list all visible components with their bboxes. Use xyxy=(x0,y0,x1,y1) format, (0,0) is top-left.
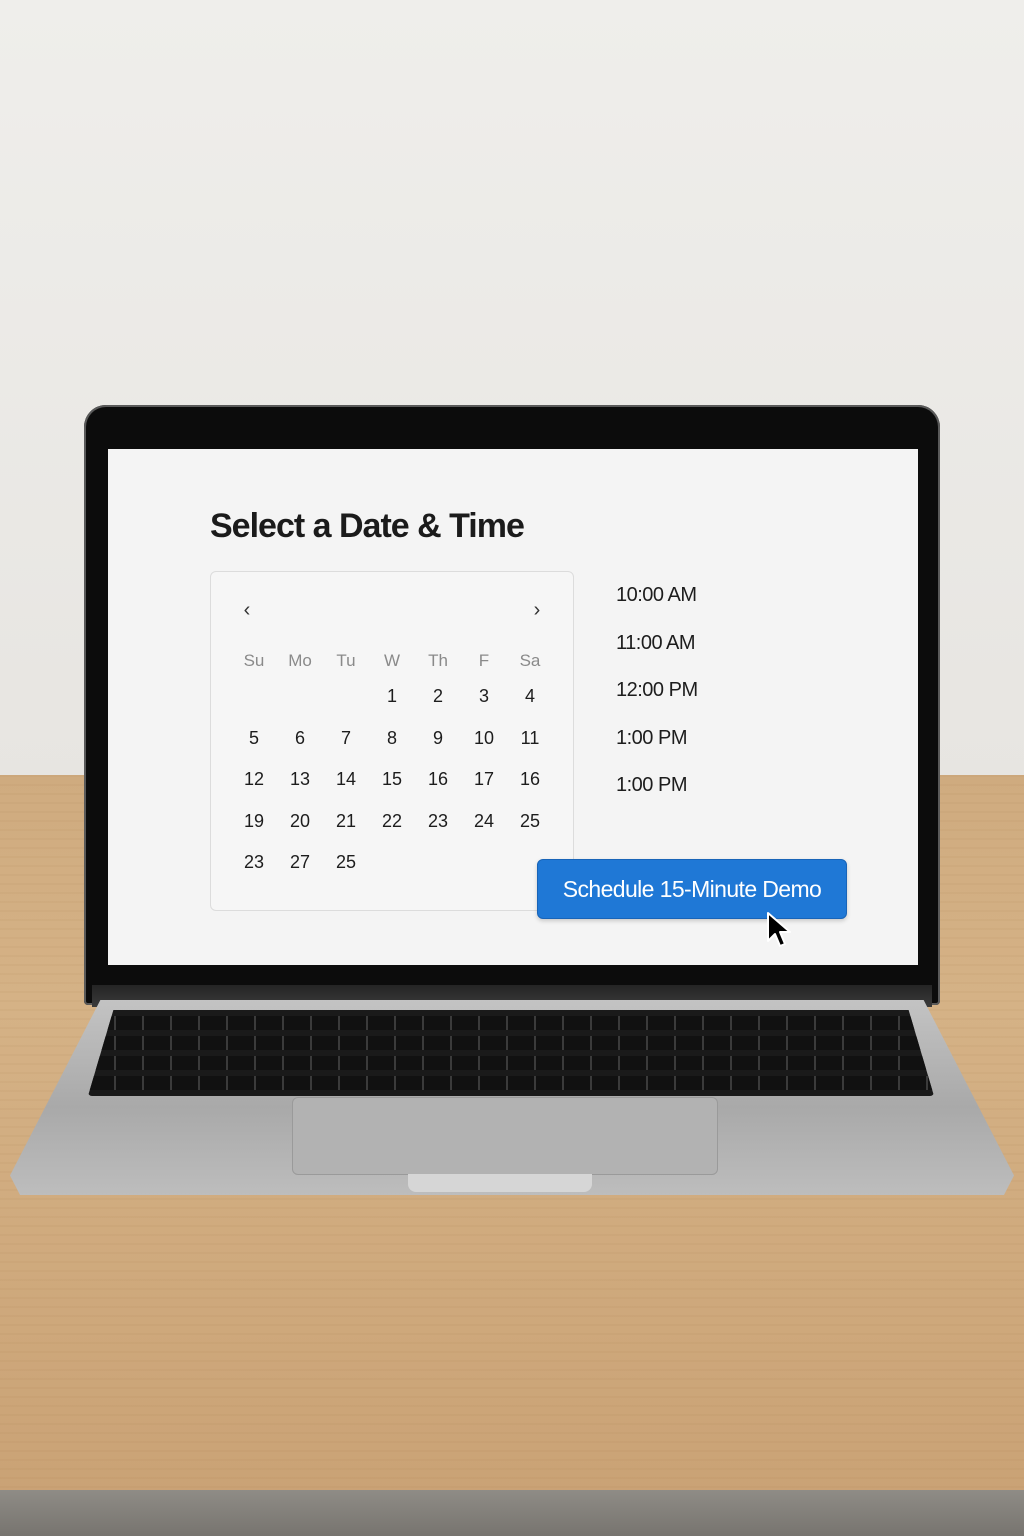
time-slot[interactable]: 1:00 PM xyxy=(616,722,766,770)
time-slot[interactable]: 11:00 AM xyxy=(616,627,766,675)
calendar-day[interactable]: 27 xyxy=(277,842,323,884)
calendar-day-empty xyxy=(415,842,461,884)
calendar-day[interactable]: 2 xyxy=(415,676,461,718)
calendar-day-empty xyxy=(277,676,323,718)
chevron-left-icon[interactable]: ‹ xyxy=(235,598,259,622)
calendar-day[interactable]: 25 xyxy=(507,801,553,843)
calendar-day[interactable]: 21 xyxy=(323,801,369,843)
weekday-label: F xyxy=(478,651,490,670)
calendar-day[interactable]: 15 xyxy=(369,759,415,801)
calendar-day[interactable]: 4 xyxy=(507,676,553,718)
calendar-day-empty xyxy=(369,842,415,884)
weekday-label: Tu xyxy=(336,651,356,670)
calendar-day-empty xyxy=(231,676,277,718)
calendar-day[interactable]: 7 xyxy=(323,718,369,760)
chevron-right-icon[interactable]: › xyxy=(525,598,549,622)
calendar-day[interactable]: 22 xyxy=(369,801,415,843)
calendar-day-empty xyxy=(461,842,507,884)
schedule-demo-button[interactable]: Schedule 15-Minute Demo xyxy=(537,859,847,919)
calendar-day[interactable]: 12 xyxy=(231,759,277,801)
trackpad xyxy=(292,1097,718,1175)
calendar-day[interactable]: 9 xyxy=(415,718,461,760)
calendar-day[interactable]: 6 xyxy=(277,718,323,760)
calendar-day-empty xyxy=(323,676,369,718)
keyboard-row xyxy=(88,1056,934,1070)
calendar-day[interactable]: 17 xyxy=(461,759,507,801)
calendar-day[interactable]: 25 xyxy=(323,842,369,884)
calendar-day[interactable]: 3 xyxy=(461,676,507,718)
calendar-day[interactable]: 5 xyxy=(231,718,277,760)
calendar-day[interactable]: 13 xyxy=(277,759,323,801)
weekday-label: Sa xyxy=(519,651,541,670)
calendar-day[interactable]: 19 xyxy=(231,801,277,843)
weekday-label: Mo xyxy=(288,651,312,670)
weekday-label: Su xyxy=(243,651,265,670)
weekday-label: W xyxy=(383,651,401,670)
keyboard xyxy=(88,1010,934,1096)
weekday-label: Th xyxy=(428,651,448,670)
keyboard-row xyxy=(88,1076,934,1090)
calendar-day[interactable]: 23 xyxy=(415,801,461,843)
calendar-day[interactable]: 1 xyxy=(369,676,415,718)
calendar-day[interactable]: 8 xyxy=(369,718,415,760)
desk-edge xyxy=(0,1490,1024,1536)
keyboard-row xyxy=(88,1016,934,1030)
calendar-day[interactable]: 23 xyxy=(231,842,277,884)
calendar-day[interactable]: 16 xyxy=(415,759,461,801)
mouse-pointer-icon xyxy=(767,912,791,947)
calendar-day[interactable]: 14 xyxy=(323,759,369,801)
calendar-day[interactable]: 11 xyxy=(507,718,553,760)
calendar-day[interactable]: 20 xyxy=(277,801,323,843)
calendar: ‹ › Su Mo Tu W Th F Sa 1 2 3 4 5 6 7 8 9… xyxy=(210,571,574,911)
calendar-grid: Su Mo Tu W Th F Sa 1 2 3 4 5 6 7 8 9 10 … xyxy=(231,646,553,884)
calendar-day[interactable]: 10 xyxy=(461,718,507,760)
page-title: Select a Date & Time xyxy=(210,507,525,545)
time-slot[interactable]: 1:00 PM xyxy=(616,769,766,817)
time-slot[interactable]: 12:00 PM xyxy=(616,674,766,722)
time-slot-list: 10:00 AM 11:00 AM 12:00 PM 1:00 PM 1:00 … xyxy=(616,579,766,817)
time-slot[interactable]: 10:00 AM xyxy=(616,579,766,627)
calendar-day[interactable]: 16 xyxy=(507,759,553,801)
laptop-front-notch xyxy=(408,1174,592,1192)
calendar-day[interactable]: 24 xyxy=(461,801,507,843)
laptop-screen: Select a Date & Time ‹ › Su Mo Tu W Th F… xyxy=(108,449,918,965)
keyboard-row xyxy=(88,1036,934,1050)
